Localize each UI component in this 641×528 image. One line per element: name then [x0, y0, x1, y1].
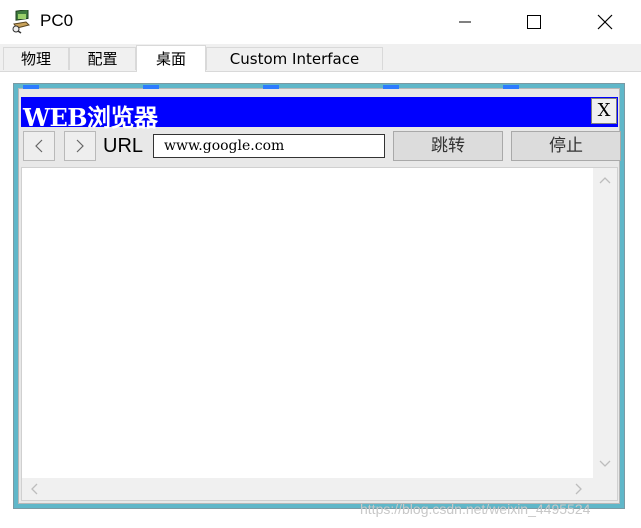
minimize-icon	[459, 21, 471, 23]
frame-marker	[383, 85, 399, 89]
browser-title: WEB浏览器	[23, 103, 158, 132]
vertical-scrollbar[interactable]	[593, 168, 617, 478]
close-window-button[interactable]	[582, 0, 628, 44]
scroll-left-icon[interactable]	[28, 483, 40, 495]
browser-titlebar: WEB浏览器 X	[21, 97, 618, 132]
go-button[interactable]: 跳转	[393, 131, 503, 161]
scroll-down-icon[interactable]	[598, 458, 612, 470]
forward-button[interactable]	[64, 131, 96, 161]
scrollbar-corner	[593, 478, 617, 500]
tab-physical[interactable]: 物理	[3, 47, 69, 70]
maximize-button[interactable]	[511, 0, 557, 44]
stop-button[interactable]: 停止	[511, 131, 621, 161]
frame-marker	[503, 85, 519, 89]
frame-marker	[143, 85, 159, 89]
url-input[interactable]	[153, 134, 385, 158]
maximize-icon	[527, 15, 541, 29]
tab-desktop[interactable]: 桌面	[136, 45, 206, 72]
browser-close-button[interactable]: X	[591, 98, 617, 124]
pc-device-icon	[10, 8, 34, 34]
window-title: PC0	[40, 11, 74, 30]
back-button[interactable]	[23, 131, 55, 161]
horizontal-scrollbar[interactable]	[22, 478, 595, 500]
frame-marker	[23, 85, 39, 89]
close-icon	[597, 14, 613, 30]
tab-custom-interface[interactable]: Custom Interface	[206, 47, 383, 70]
desktop-panel: WEB浏览器 X URL 跳转 停止	[0, 72, 641, 528]
browser-window: WEB浏览器 X URL 跳转 停止	[18, 85, 621, 504]
tab-config[interactable]: 配置	[69, 47, 136, 70]
browser-content-area	[21, 167, 618, 501]
chevron-right-icon	[76, 139, 84, 153]
scroll-right-icon[interactable]	[573, 483, 585, 495]
frame-marker	[263, 85, 279, 89]
browser-nav-bar: URL 跳转 停止	[21, 129, 621, 163]
chevron-left-icon	[35, 139, 43, 153]
url-label: URL	[103, 135, 144, 157]
tab-bar: 物理 配置 桌面 Custom Interface	[0, 44, 641, 72]
window-titlebar: PC0	[0, 0, 641, 44]
scroll-up-icon[interactable]	[598, 174, 612, 186]
minimize-button[interactable]	[442, 0, 488, 44]
watermark-text: https://blog.csdn.net/weixin_4495524	[360, 501, 591, 517]
browser-frame: WEB浏览器 X URL 跳转 停止	[13, 83, 625, 509]
